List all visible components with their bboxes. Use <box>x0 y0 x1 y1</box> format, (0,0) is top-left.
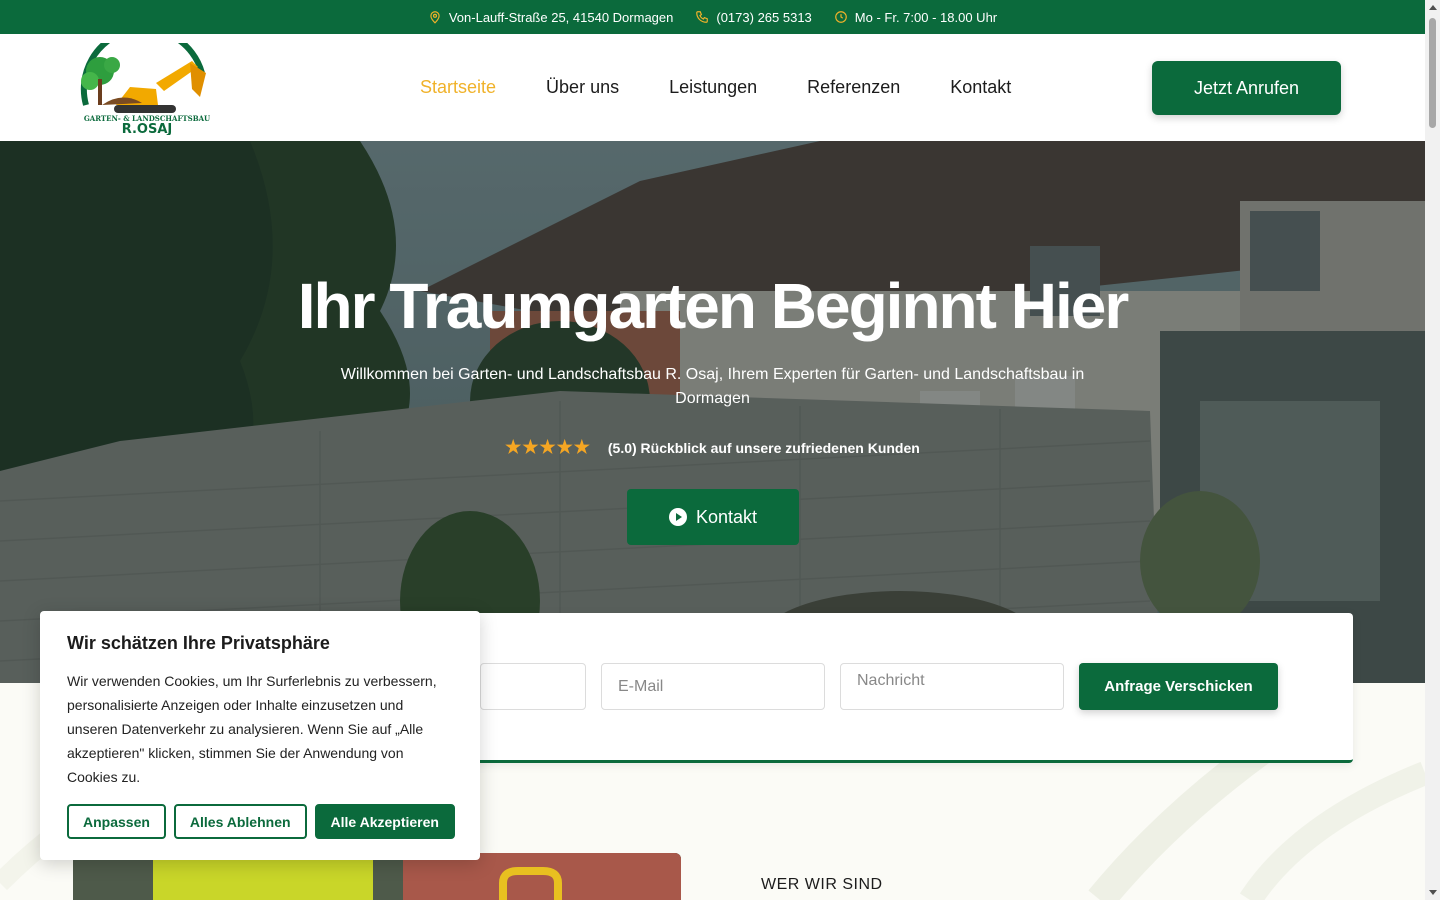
send-request-button[interactable]: Anfrage Verschicken <box>1079 663 1278 710</box>
scroll-up-arrow-icon[interactable] <box>1429 5 1437 10</box>
email-placeholder: E-Mail <box>618 677 664 695</box>
phone-icon <box>696 11 709 23</box>
star-icon: ★ <box>539 437 556 457</box>
about-eyebrow-label: WER WIR SIND <box>761 876 883 893</box>
cookie-text: Wir verwenden Cookies, um Ihr Surferlebn… <box>67 673 437 785</box>
hero-section: Ihr Traumgarten Beginnt Hier Willkommen … <box>0 141 1425 683</box>
location-pin-icon <box>430 11 440 24</box>
star-icon: ★ <box>505 437 522 457</box>
hero-title: Ihr Traumgarten Beginnt Hier <box>297 270 1129 342</box>
scroll-down-arrow-icon[interactable] <box>1429 890 1437 895</box>
about-image <box>73 853 681 900</box>
address-item: Von-Lauff-Straße 25, 41540 Dormagen <box>428 9 674 25</box>
site-header: GARTEN- & LANDSCHAFTSBAU R.OSAJ Startsei… <box>0 34 1425 141</box>
company-logo[interactable]: GARTEN- & LANDSCHAFTSBAU R.OSAJ <box>72 43 222 135</box>
phone-text[interactable]: (0173) 265 5313 <box>716 10 811 25</box>
cookie-title: Wir schätzen Ihre Privatsphäre <box>67 633 330 653</box>
hero-contact-label: Kontakt <box>695 506 758 527</box>
nav-item-leistungen[interactable]: Leistungen <box>669 77 757 98</box>
cookie-buttons: Anpassen Alles Ablehnen Alle Akzeptieren <box>67 804 455 839</box>
svg-text:R.OSAJ: R.OSAJ <box>122 122 173 135</box>
star-icon: ★ <box>556 437 573 457</box>
address-text: Von-Lauff-Straße 25, 41540 Dormagen <box>448 9 674 25</box>
hours-text: Mo - Fr. 7:00 - 18.00 Uhr <box>854 9 998 25</box>
phone-item[interactable]: (0173) 265 5313 <box>695 10 812 25</box>
worker-photo <box>73 853 681 900</box>
five-star-rating: ★ ★ ★ ★ ★ <box>505 437 590 458</box>
page-scrollbar[interactable] <box>1425 0 1440 900</box>
scrollbar-thumb[interactable] <box>1429 18 1436 128</box>
hero-background-image <box>0 141 1425 683</box>
clock-icon <box>834 11 847 23</box>
cookie-consent-banner: Wir schätzen Ihre Privatsphäre Wir verwe… <box>40 611 480 860</box>
nav-item-referenzen[interactable]: Referenzen <box>807 77 900 98</box>
play-circle-icon <box>668 508 687 526</box>
main-nav: Startseite Über uns Leistungen Referenze… <box>420 34 1011 141</box>
rating-row: ★ ★ ★ ★ ★ (5.0) Rückblick auf unsere zuf… <box>0 437 1425 458</box>
message-field[interactable]: Nachricht <box>840 663 1064 710</box>
rating-text: (5.0) Rückblick auf unsere zufriedenen K… <box>607 439 920 456</box>
email-field[interactable]: E-Mail <box>601 663 825 710</box>
nav-item-startseite[interactable]: Startseite <box>420 77 496 98</box>
cookie-accept-button[interactable]: Alle Akzeptieren <box>314 804 455 839</box>
nav-item-ueber-uns[interactable]: Über uns <box>546 77 619 98</box>
cookie-reject-button[interactable]: Alles Ablehnen <box>173 804 307 839</box>
hours-item: Mo - Fr. 7:00 - 18.00 Uhr <box>834 10 997 25</box>
star-icon: ★ <box>573 437 590 457</box>
hero-contact-button[interactable]: Kontakt <box>627 489 799 545</box>
nav-item-kontakt[interactable]: Kontakt <box>950 77 1011 98</box>
name-field[interactable] <box>480 663 586 710</box>
call-now-button[interactable]: Jetzt Anrufen <box>1152 61 1341 115</box>
star-icon: ★ <box>522 437 539 457</box>
hero-subtitle: Willkommen bei Garten- und Landschaftsba… <box>340 366 1085 407</box>
cookie-customize-button[interactable]: Anpassen <box>67 804 166 839</box>
message-placeholder: Nachricht <box>857 672 925 689</box>
top-info-bar: Von-Lauff-Straße 25, 41540 Dormagen (017… <box>0 0 1425 34</box>
